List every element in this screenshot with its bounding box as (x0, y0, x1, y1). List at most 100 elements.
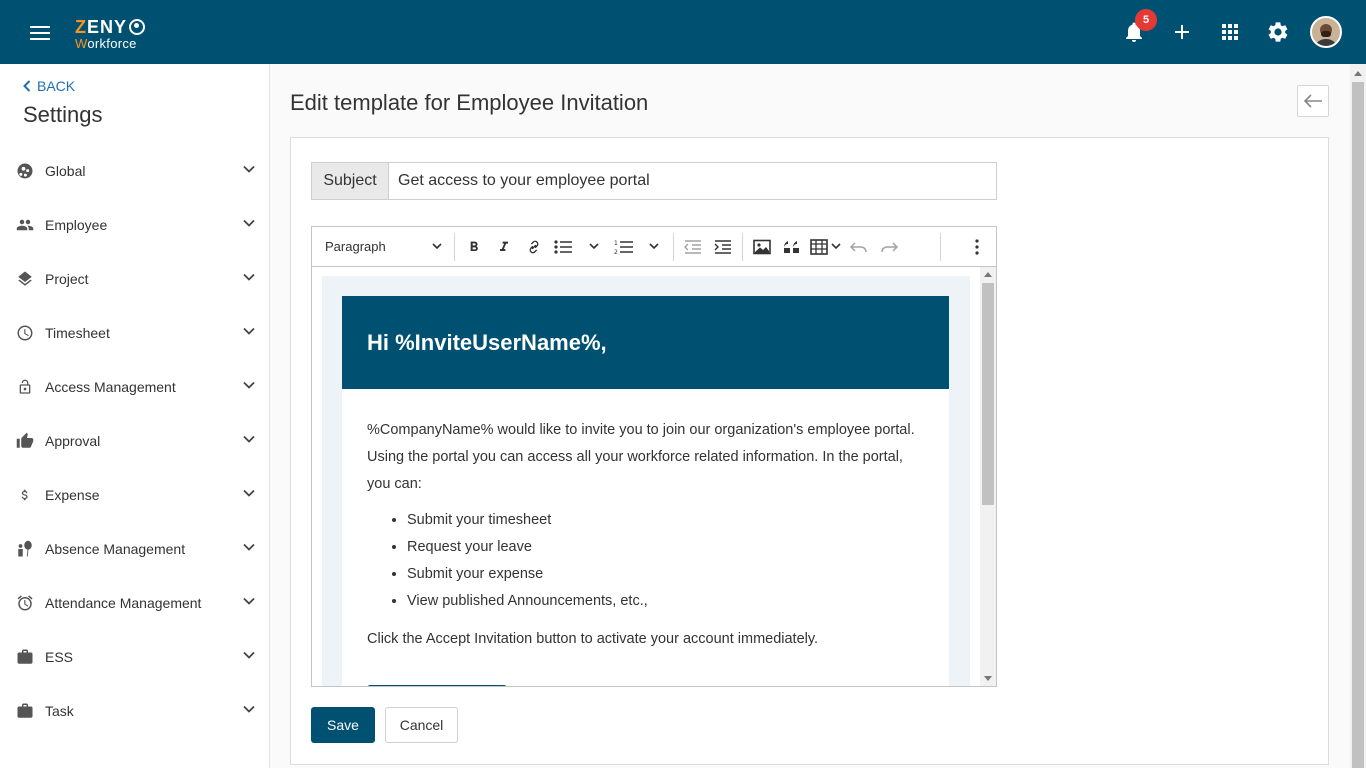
paragraph-format-dropdown[interactable]: Paragraph (318, 232, 450, 262)
numbered-list-icon: 12 (614, 240, 633, 255)
sidebar-item-employee[interactable]: Employee (0, 198, 270, 252)
sidebar-item-project[interactable]: Project (0, 252, 270, 306)
user-avatar[interactable] (1310, 16, 1342, 48)
outdent-icon (684, 239, 701, 254)
hamburger-icon[interactable] (30, 26, 50, 40)
redo-button[interactable] (874, 232, 904, 262)
scrollbar-thumb[interactable] (1352, 82, 1364, 768)
insert-table-button[interactable] (807, 232, 844, 262)
sidebar-item-approval[interactable]: Approval (0, 414, 270, 468)
briefcase-icon (16, 702, 34, 720)
chevron-down-icon (243, 381, 255, 389)
numbered-list-options[interactable] (639, 232, 669, 262)
italic-button[interactable] (489, 232, 519, 262)
main-content: Edit template for Employee Invitation Su… (270, 64, 1350, 768)
indent-button[interactable] (708, 232, 738, 262)
outdent-button[interactable] (678, 232, 708, 262)
svg-text:2: 2 (614, 249, 618, 255)
lock-icon (16, 378, 34, 396)
chevron-down-icon (243, 597, 255, 605)
scroll-up-arrow[interactable] (984, 272, 992, 277)
plus-icon[interactable] (1170, 20, 1194, 44)
app-logo[interactable]: Z ENY Workforce (75, 18, 146, 50)
insert-image-button[interactable] (747, 232, 777, 262)
scrollbar-thumb[interactable] (982, 283, 994, 505)
chevron-down-icon (243, 489, 255, 497)
sidebar-item-access-management[interactable]: Access Management (0, 360, 270, 414)
sidebar-item-timesheet[interactable]: Timesheet (0, 306, 270, 360)
sidebar-item-label: Expense (45, 487, 100, 503)
gear-icon[interactable] (1266, 20, 1290, 44)
editor-scrollbar[interactable] (980, 267, 996, 686)
chevron-down-icon (243, 273, 255, 281)
settings-sidebar: BACK Settings Global Employee Project Ti… (0, 64, 270, 768)
chevron-down-icon (831, 243, 841, 250)
back-link[interactable]: BACK (23, 78, 75, 94)
sidebar-item-task[interactable]: Task (0, 684, 270, 738)
chevron-down-icon (243, 219, 255, 227)
sidebar-item-ess[interactable]: ESS (0, 630, 270, 684)
sidebar-item-label: ESS (45, 649, 74, 665)
save-button[interactable]: Save (311, 707, 375, 743)
link-icon (529, 240, 539, 253)
editor-content-area[interactable]: Hi %InviteUserName%, %CompanyName% would… (312, 267, 996, 686)
alarm-icon (16, 594, 34, 612)
briefcase-icon (16, 648, 34, 666)
chevron-down-icon (432, 243, 442, 250)
sidebar-item-expense[interactable]: Expense (0, 468, 270, 522)
rich-text-editor: Paragraph 12 Hi %InviteUserName%, %Compa… (311, 226, 997, 687)
arrow-left-icon (1303, 94, 1322, 108)
grid-icon[interactable] (1218, 20, 1242, 44)
page-scrollbar[interactable] (1350, 64, 1366, 768)
bulleted-list-button[interactable] (549, 232, 579, 262)
page-title: Edit template for Employee Invitation (290, 90, 649, 115)
paragraph-format-label: Paragraph (325, 239, 386, 254)
block-quote-button[interactable] (777, 232, 807, 262)
sidebar-item-label: Employee (45, 217, 108, 233)
image-icon (753, 239, 771, 254)
sidebar-item-label: Global (45, 163, 86, 179)
italic-icon (500, 241, 508, 251)
chevron-down-icon (243, 543, 255, 551)
sidebar-item-attendance-management[interactable]: Attendance Management (0, 576, 270, 630)
email-cta-text: Click the Accept Invitation button to ac… (367, 631, 819, 647)
sidebar-item-label: Approval (45, 433, 101, 449)
back-arrow-button[interactable] (1297, 85, 1329, 117)
email-body: %CompanyName% would like to invite you t… (342, 389, 949, 686)
table-icon (810, 238, 828, 255)
chevron-down-icon (243, 651, 255, 659)
sidebar-item-absence-management[interactable]: Absence Management (0, 522, 270, 576)
settings-menu: Global Employee Project Timesheet Access… (0, 144, 270, 738)
svg-text:1: 1 (614, 240, 618, 247)
sidebar-item-global[interactable]: Global (0, 144, 270, 198)
indent-icon (714, 239, 731, 254)
quote-icon (784, 240, 799, 253)
subject-input[interactable] (389, 162, 997, 200)
scroll-down-arrow[interactable] (984, 676, 992, 681)
more-options-button[interactable] (962, 232, 992, 262)
subject-label: Subject (311, 162, 389, 200)
people-icon (16, 216, 34, 234)
chevron-down-icon (649, 243, 659, 250)
email-bullet-list: Submit your timesheet Request your leave… (407, 507, 924, 615)
bold-button[interactable] (459, 232, 489, 262)
email-greeting: Hi %InviteUserName%, (367, 330, 607, 355)
dollar-icon (16, 486, 34, 504)
scroll-up-arrow[interactable] (1354, 71, 1362, 76)
sidebar-item-label: Task (45, 703, 74, 719)
sidebar-title: Settings (23, 102, 103, 127)
undo-button[interactable] (844, 232, 874, 262)
cancel-button[interactable]: Cancel (385, 707, 458, 743)
sidebar-item-label: Project (45, 271, 89, 287)
chevron-down-icon (243, 327, 255, 335)
chevron-down-icon (243, 705, 255, 713)
bulleted-list-options[interactable] (579, 232, 609, 262)
numbered-list-button[interactable]: 12 (609, 232, 639, 262)
redo-icon (881, 241, 898, 252)
link-button[interactable] (519, 232, 549, 262)
bulleted-list-icon (554, 239, 572, 254)
notification-badge[interactable]: 5 (1135, 9, 1157, 31)
list-item: Request your leave (407, 534, 924, 561)
list-item: Submit your timesheet (407, 507, 924, 534)
person-balloon-icon (16, 540, 34, 558)
